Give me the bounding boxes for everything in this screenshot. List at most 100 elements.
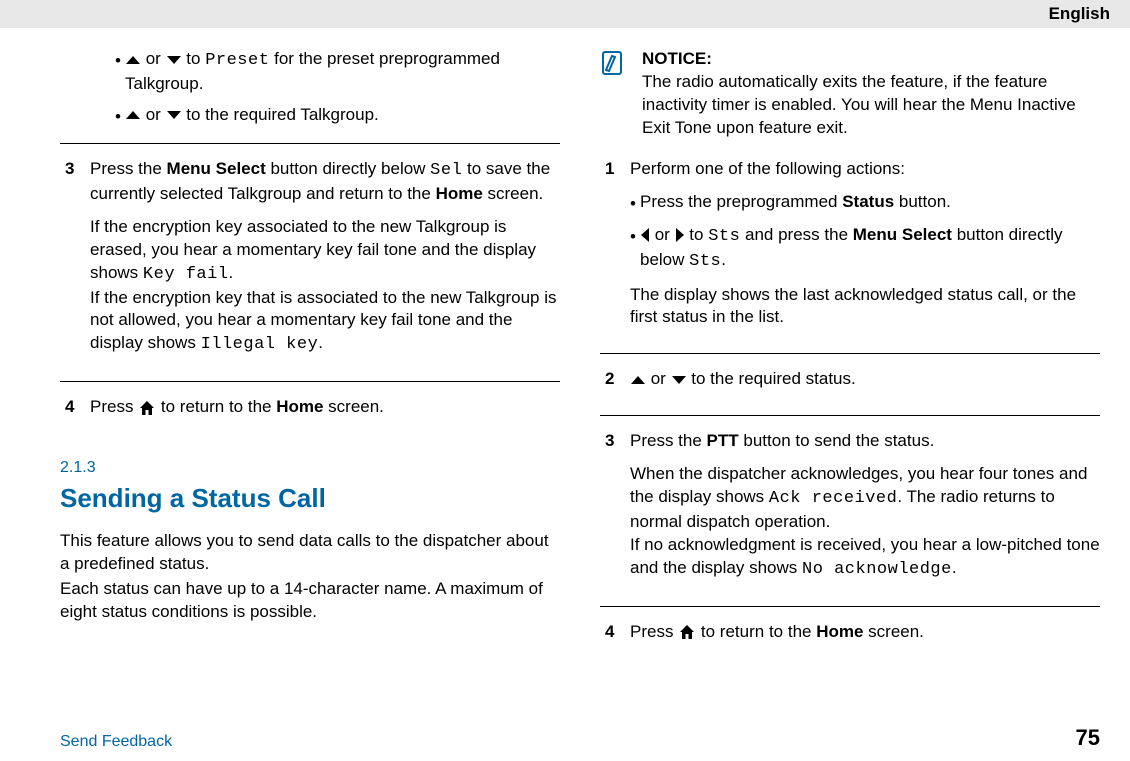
text: screen. xyxy=(863,622,923,641)
send-feedback-link[interactable]: Send Feedback xyxy=(60,733,172,751)
step-body: Press the PTT button to send the status.… xyxy=(630,430,1100,592)
text: If the encryption key that is associated… xyxy=(90,288,557,353)
sub-bullet-list: • Press the preprogrammed Status button.… xyxy=(630,191,1100,274)
paragraph: Each status can have up to a 14-characte… xyxy=(60,578,560,624)
code-text: Sts xyxy=(708,227,740,246)
step-2: 2 or to the required status. xyxy=(600,368,1100,401)
divider xyxy=(600,353,1100,354)
talkgroup-bullets: • or to Preset for the preset preprogram… xyxy=(60,48,560,129)
paragraph: If the encryption key associated to the … xyxy=(90,216,560,358)
text: button to send the status. xyxy=(739,431,935,450)
bold-text: Home xyxy=(816,622,863,641)
text: to xyxy=(685,225,709,244)
notice-block: NOTICE: The radio automatically exits th… xyxy=(600,48,1100,140)
text: button directly below xyxy=(266,159,430,178)
step-4r: 4 Press to return to the Home screen. xyxy=(600,621,1100,654)
notice-icon xyxy=(600,48,642,85)
home-icon xyxy=(678,624,696,640)
notice-heading: NOTICE: xyxy=(642,49,712,68)
text: or xyxy=(646,369,671,388)
step-number: 3 xyxy=(600,430,630,453)
bold-text: Menu Select xyxy=(167,159,266,178)
paragraph: Perform one of the following actions: xyxy=(630,158,1100,181)
step-1: 1 Perform one of the following actions: … xyxy=(600,158,1100,340)
bullet-text: or to the required Talkgroup. xyxy=(125,104,560,127)
step-number: 1 xyxy=(600,158,630,181)
bold-text: Menu Select xyxy=(853,225,952,244)
section-heading: Sending a Status Call xyxy=(60,481,560,516)
paragraph: The display shows the last acknowledged … xyxy=(630,284,1100,330)
text: screen. xyxy=(323,397,383,416)
paragraph: Press the Menu Select button directly be… xyxy=(90,158,560,206)
bullet-icon: • xyxy=(630,193,640,216)
text: or xyxy=(141,105,166,124)
paragraph: Press the PTT button to send the status. xyxy=(630,430,1100,453)
right-column: NOTICE: The radio automatically exits th… xyxy=(600,48,1100,721)
down-arrow-icon xyxy=(166,109,182,121)
code-text: No acknowledge xyxy=(802,560,952,579)
step-3r: 3 Press the PTT button to send the statu… xyxy=(600,430,1100,592)
header-language: English xyxy=(1049,4,1110,24)
divider xyxy=(600,415,1100,416)
list-item: • or to Sts and press the Menu Select bu… xyxy=(630,224,1100,274)
page-footer: Send Feedback 75 xyxy=(0,721,1130,761)
code-text: Sel xyxy=(430,161,462,180)
left-column: • or to Preset for the preset preprogram… xyxy=(60,48,560,721)
text: to xyxy=(182,49,206,68)
code-text: Ack received xyxy=(769,489,897,508)
text: . xyxy=(952,558,957,577)
step-body: Press to return to the Home screen. xyxy=(630,621,1100,654)
step-body: or to the required status. xyxy=(630,368,1100,401)
step-body: Perform one of the following actions: • … xyxy=(630,158,1100,340)
step-body: Press the Menu Select button directly be… xyxy=(90,158,560,368)
up-arrow-icon xyxy=(125,54,141,66)
text: or xyxy=(650,225,675,244)
step-number: 4 xyxy=(60,396,90,419)
bullet-icon: • xyxy=(115,106,125,129)
step-4: 4 Press to return to the Home screen. xyxy=(60,396,560,429)
text: or xyxy=(141,49,166,68)
bullet-icon: • xyxy=(115,50,125,73)
paragraph: This feature allows you to send data cal… xyxy=(60,530,560,576)
text: . xyxy=(229,263,234,282)
list-item: • Press the preprogrammed Status button. xyxy=(630,191,1100,216)
divider xyxy=(600,606,1100,607)
text: to the required status. xyxy=(687,369,856,388)
step-number: 3 xyxy=(60,158,90,181)
bullet-text: Press the preprogrammed Status button. xyxy=(640,191,1100,214)
list-item: • or to Preset for the preset preprogram… xyxy=(115,48,560,96)
list-item: • or to the required Talkgroup. xyxy=(115,104,560,129)
code-text: Key fail xyxy=(143,265,229,284)
step-number: 4 xyxy=(600,621,630,644)
down-arrow-icon xyxy=(671,374,687,386)
text: Press the xyxy=(90,159,167,178)
notice-text: The radio automatically exits the featur… xyxy=(642,72,1076,137)
notice-body: NOTICE: The radio automatically exits th… xyxy=(642,48,1100,140)
paragraph: When the dispatcher acknowledges, you he… xyxy=(630,463,1100,582)
paragraph: or to the required status. xyxy=(630,368,1100,391)
bullet-text: or to Preset for the preset preprogramme… xyxy=(125,48,560,96)
divider xyxy=(60,143,560,144)
code-text: Preset xyxy=(205,51,269,70)
text: Press the preprogrammed xyxy=(640,192,842,211)
text: to the required Talkgroup. xyxy=(182,105,379,124)
page-number: 75 xyxy=(1076,725,1100,751)
step-body: Press to return to the Home screen. xyxy=(90,396,560,429)
text: button. xyxy=(894,192,951,211)
text: to return to the xyxy=(696,622,816,641)
down-arrow-icon xyxy=(166,54,182,66)
text: Press xyxy=(630,622,678,641)
bold-text: Status xyxy=(842,192,894,211)
bullet-text: or to Sts and press the Menu Select butt… xyxy=(640,224,1100,274)
bold-text: PTT xyxy=(707,431,739,450)
text: Press xyxy=(90,397,138,416)
section-number: 2.1.3 xyxy=(60,457,560,479)
step-number: 2 xyxy=(600,368,630,391)
home-icon xyxy=(138,400,156,416)
header-bar: English xyxy=(0,0,1130,28)
left-arrow-icon xyxy=(640,227,650,243)
code-text: Illegal key xyxy=(201,335,319,354)
text: to return to the xyxy=(156,397,276,416)
page-body: • or to Preset for the preset preprogram… xyxy=(0,28,1130,721)
step-3: 3 Press the Menu Select button directly … xyxy=(60,158,560,368)
